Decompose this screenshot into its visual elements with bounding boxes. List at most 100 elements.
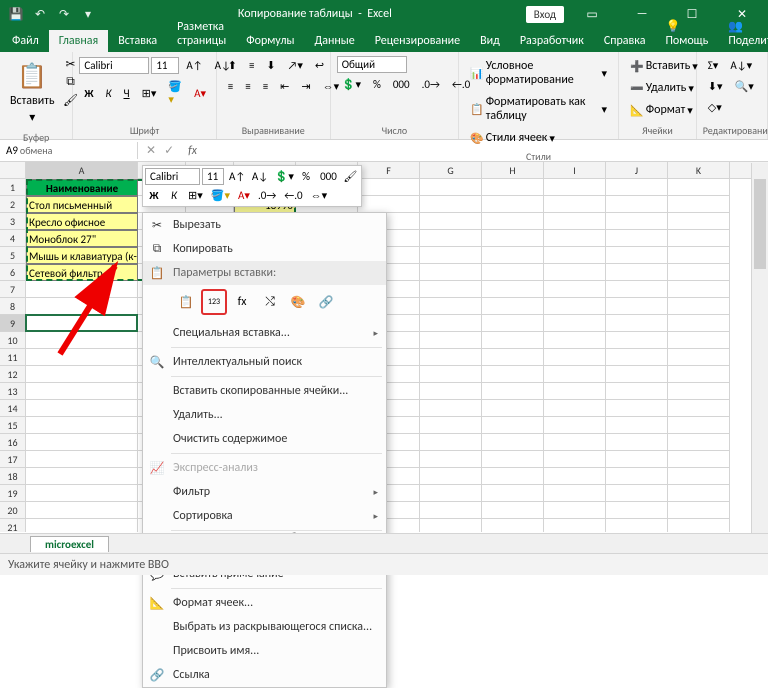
cell[interactable]: [482, 298, 544, 315]
signin-button[interactable]: Вход: [526, 6, 564, 23]
cell[interactable]: [482, 349, 544, 366]
mini-inc-decimal-icon[interactable]: .0→: [255, 187, 279, 204]
cell[interactable]: [544, 196, 606, 213]
cancel-formula-icon[interactable]: ✕: [146, 143, 156, 158]
indent-inc-icon[interactable]: ⇥: [296, 77, 315, 96]
row-header-1[interactable]: 1: [0, 179, 25, 196]
cell[interactable]: [668, 230, 730, 247]
cm-delete[interactable]: Удалить...: [143, 403, 386, 427]
autosum-icon[interactable]: Σ▾: [703, 56, 724, 75]
vertical-scrollbar[interactable]: [751, 163, 768, 533]
cell[interactable]: [668, 298, 730, 315]
cell[interactable]: [420, 264, 482, 281]
mini-currency-icon[interactable]: 💲▾: [272, 168, 295, 185]
cell[interactable]: [358, 179, 420, 196]
cell[interactable]: [482, 332, 544, 349]
undo-icon[interactable]: ↶: [32, 6, 48, 22]
cell[interactable]: [606, 485, 668, 502]
cell[interactable]: [668, 383, 730, 400]
cell[interactable]: [668, 179, 730, 196]
cell[interactable]: [606, 434, 668, 451]
tab-pagelayout[interactable]: Разметка страницы: [167, 16, 236, 52]
cell[interactable]: [668, 196, 730, 213]
tab-help[interactable]: Справка: [594, 30, 656, 52]
cell[interactable]: [606, 519, 668, 532]
row-header-4[interactable]: 4: [0, 230, 25, 247]
percent-icon[interactable]: %: [368, 75, 386, 94]
cell[interactable]: [26, 400, 138, 417]
cell[interactable]: [482, 315, 544, 332]
insert-cells-button[interactable]: ➕ Вставить ▾: [625, 56, 703, 76]
cell[interactable]: [668, 264, 730, 281]
sort-filter-icon[interactable]: A↓▾: [725, 56, 757, 75]
cell[interactable]: [420, 315, 482, 332]
cell[interactable]: [420, 383, 482, 400]
sheet-tab-1[interactable]: microexcel: [30, 536, 109, 552]
cell[interactable]: [606, 315, 668, 332]
mini-grow-font[interactable]: A↑: [226, 168, 247, 185]
cm-paste-special[interactable]: Специальная вставка...▸: [143, 321, 386, 345]
cm-filter[interactable]: Фильтр▸: [143, 480, 386, 504]
paste-formulas-icon[interactable]: fx: [229, 289, 255, 315]
cm-clear[interactable]: Очистить содержимое: [143, 427, 386, 451]
row-header-6[interactable]: 6: [0, 264, 25, 281]
qat-dropdown-icon[interactable]: ▾: [80, 6, 96, 22]
align-right-icon[interactable]: ≡: [258, 77, 273, 96]
fill-color-icon[interactable]: 🪣▾: [163, 77, 187, 109]
mini-comma-icon[interactable]: 000: [317, 168, 338, 185]
cell[interactable]: [606, 468, 668, 485]
col-header-F[interactable]: F: [358, 162, 420, 178]
mini-font-name[interactable]: [145, 168, 200, 185]
cell[interactable]: [482, 213, 544, 230]
align-mid-icon[interactable]: ≡: [244, 56, 259, 75]
cell[interactable]: [26, 332, 138, 349]
row-header-19[interactable]: 19: [0, 485, 25, 502]
cell[interactable]: [420, 213, 482, 230]
row-header-8[interactable]: 8: [0, 298, 25, 315]
row-header-7[interactable]: 7: [0, 281, 25, 298]
row-header-14[interactable]: 14: [0, 400, 25, 417]
cell[interactable]: [544, 264, 606, 281]
cell[interactable]: [544, 298, 606, 315]
formula-input[interactable]: [203, 149, 768, 153]
ribbon-options-icon[interactable]: ▭: [570, 0, 614, 28]
col-header-A[interactable]: A: [26, 162, 138, 178]
borders-icon[interactable]: ⊞▾: [137, 84, 162, 103]
align-left-icon[interactable]: ≡: [223, 77, 238, 96]
font-name-input[interactable]: [79, 57, 149, 74]
cell[interactable]: [420, 451, 482, 468]
cell[interactable]: [26, 349, 138, 366]
cell[interactable]: [420, 417, 482, 434]
cell[interactable]: [482, 400, 544, 417]
row-header-17[interactable]: 17: [0, 451, 25, 468]
cell[interactable]: [420, 400, 482, 417]
mini-percent-icon[interactable]: %: [297, 168, 315, 185]
cell[interactable]: [420, 434, 482, 451]
cell[interactable]: [26, 417, 138, 434]
mini-shrink-font[interactable]: A↓: [249, 168, 270, 185]
cell[interactable]: [606, 264, 668, 281]
cell[interactable]: [482, 247, 544, 264]
cell[interactable]: [482, 417, 544, 434]
indent-dec-icon[interactable]: ⇤: [275, 77, 294, 96]
cell[interactable]: [668, 281, 730, 298]
save-icon[interactable]: 💾: [8, 6, 24, 22]
mini-bold[interactable]: Ж: [145, 187, 163, 204]
redo-icon[interactable]: ↷: [56, 6, 72, 22]
paste-values-icon[interactable]: 123: [201, 289, 227, 315]
cell[interactable]: [668, 349, 730, 366]
cell[interactable]: [606, 213, 668, 230]
cell[interactable]: [544, 451, 606, 468]
cell[interactable]: [420, 366, 482, 383]
cell[interactable]: [482, 196, 544, 213]
row-header-13[interactable]: 13: [0, 383, 25, 400]
tab-view[interactable]: Вид: [470, 30, 510, 52]
cell[interactable]: [544, 434, 606, 451]
underline-button[interactable]: Ч: [119, 84, 135, 103]
tab-formulas[interactable]: Формулы: [236, 30, 304, 52]
col-header-I[interactable]: I: [544, 162, 606, 178]
row-header-20[interactable]: 20: [0, 502, 25, 519]
cell[interactable]: [544, 247, 606, 264]
cell[interactable]: [544, 281, 606, 298]
cell[interactable]: [420, 281, 482, 298]
